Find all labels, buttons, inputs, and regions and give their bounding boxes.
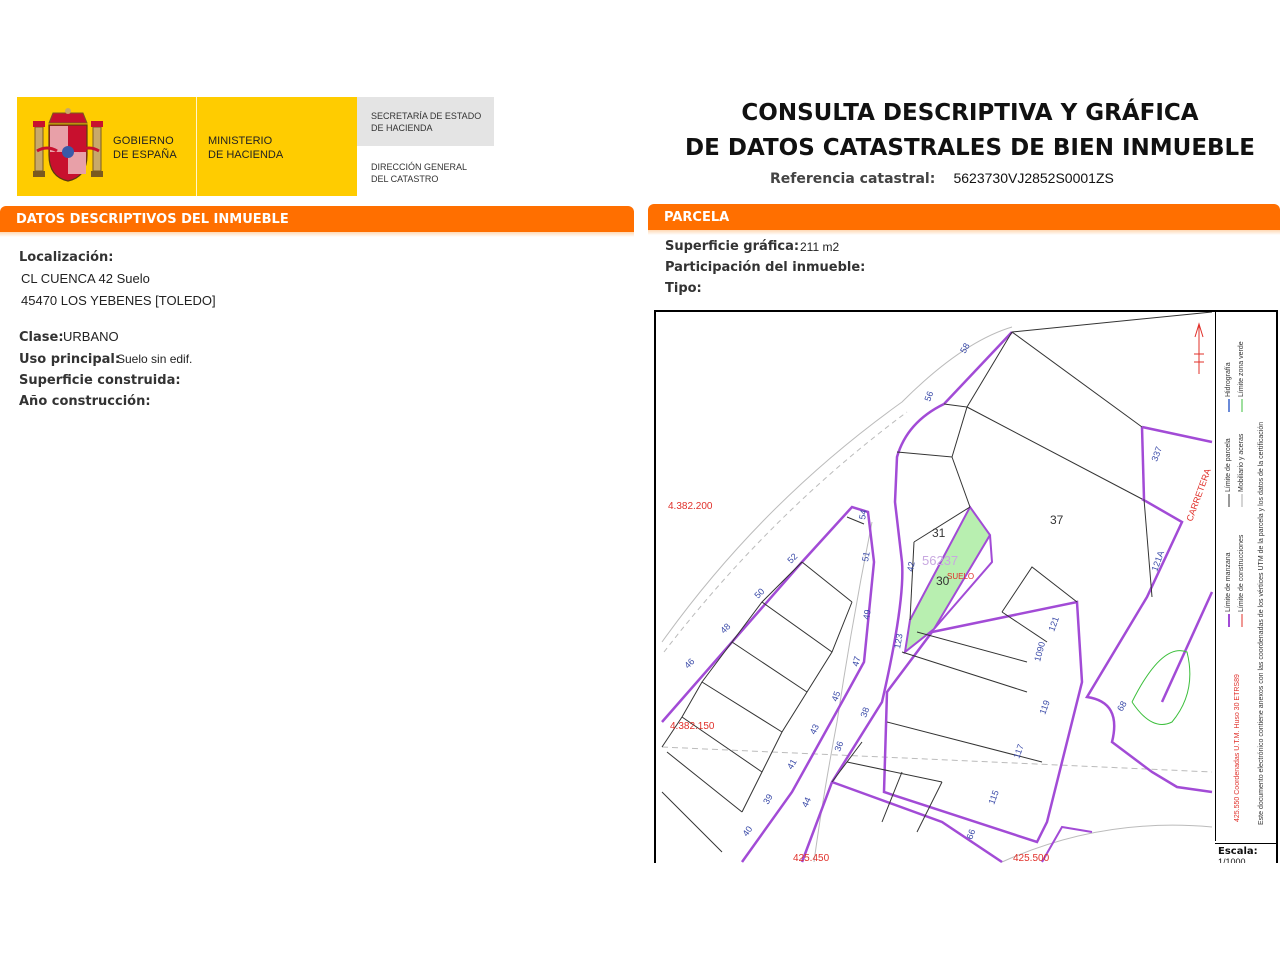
street-number-label: 115 (986, 789, 1000, 806)
street-number-label: 337 (1149, 445, 1164, 463)
street-number-label: 41 (785, 757, 799, 771)
parcel-31-label: 31 (932, 526, 946, 540)
direccion-text: DIRECCIÓN GENERAL DEL CATASTRO (371, 161, 467, 185)
street-number-label: 42 (905, 561, 917, 573)
street-number-label: 49 (861, 609, 873, 621)
street-number-label: 43 (808, 723, 821, 736)
ref-value: 5623730VJ2852S0001ZS (953, 170, 1114, 186)
carretera-label: CARRETERA (1184, 467, 1212, 523)
legend-limite-manzana: Límite de manzana (1225, 552, 1232, 612)
parcela-header: PARCELA (648, 204, 1280, 235)
participacion-label: Participación del inmueble: (665, 260, 866, 275)
street-number-label: 46 (682, 656, 696, 670)
document-title: CONSULTA DESCRIPTIVA Y GRÁFICA DE DATOS … (660, 96, 1280, 166)
secretaria-line1: SECRETARÍA DE ESTADO (371, 111, 482, 121)
street-number-label: 40 (740, 824, 754, 838)
secretaria-text: SECRETARÍA DE ESTADO DE HACIENDA (371, 110, 481, 134)
parcel-ref-label: 56237 (922, 553, 958, 568)
gobierno-text: GOBIERNO DE ESPAÑA (113, 134, 177, 162)
legend-coords-note: 425.550 Coordenadas U.T.M. Huso 30 ETRS8… (1234, 674, 1241, 822)
localizacion-line1: CL CUENCA 42 Suelo (21, 271, 150, 286)
street-number-label: 56 (922, 390, 935, 403)
legend-zona-verde: Límite zona verde (1238, 341, 1245, 397)
datos-descriptivos-header: DATOS DESCRIPTIVOS DEL INMUEBLE (0, 206, 634, 237)
coat-of-arms-icon (33, 108, 103, 182)
legend-doc-note: Este documento electrónico contiene anex… (1258, 422, 1265, 825)
street-number-label: 121 (1046, 615, 1061, 633)
title-line2: DE DATOS CATASTRALES DE BIEN INMUEBLE (685, 135, 1255, 161)
parcel-37-label: 37 (1050, 513, 1064, 527)
coord-y-lower: 4.382.150 (670, 721, 715, 732)
street-number-label: 54 (857, 509, 869, 521)
cadastral-map: 4.382.200 4.382.150 425.450 425.500 SUEL… (654, 310, 1278, 863)
uso-principal-label: Uso principal: (19, 352, 121, 367)
clase-value: URBANO (63, 329, 119, 344)
localizacion-label: Localización: (19, 250, 114, 265)
street-number-label: 51 (860, 551, 872, 563)
street-number-label: 1090 (1032, 641, 1047, 663)
superficie-construida-label: Superficie construida: (19, 373, 181, 388)
street-number-label: 39 (761, 792, 775, 806)
title-line1: CONSULTA DESCRIPTIVA Y GRÁFICA (741, 100, 1199, 126)
legend-limite-parcela: Límite de parcela (1225, 438, 1232, 492)
legend-mobiliario: Mobiliario y aceras (1238, 433, 1245, 492)
north-arrow-icon (1194, 322, 1204, 374)
legend-limite-construcciones: Límite de construcciones (1238, 534, 1245, 612)
scale-label: Escala: (1218, 846, 1258, 857)
coord-y-upper: 4.382.200 (668, 501, 713, 512)
gobierno-line1: GOBIERNO (113, 135, 174, 147)
ministerio-text: MINISTERIO DE HACIENDA (208, 134, 283, 162)
legend-divider (1215, 311, 1216, 841)
suelo-label: SUELO (947, 572, 974, 581)
tipo-label: Tipo: (665, 281, 702, 296)
street-number-label: 66 (964, 828, 977, 841)
street-number-label: 52 (785, 551, 799, 565)
street-number-label: 119 (1037, 699, 1051, 716)
clase-label: Clase: (19, 330, 64, 345)
street-number-label: 38 (858, 706, 871, 719)
scale-value: 1/1000 (1218, 857, 1246, 863)
street-number-label: 48 (718, 621, 732, 635)
referencia-catastral: Referencia catastral: 5623730VJ2852S0001… (770, 170, 1114, 187)
ref-label: Referencia catastral: (770, 171, 936, 187)
anio-construccion-label: Año construcción: (19, 394, 151, 409)
ministerio-line2: DE HACIENDA (208, 149, 284, 161)
direccion-line1: DIRECCIÓN GENERAL (371, 162, 468, 172)
superficie-grafica-label: Superficie gráfica: (665, 239, 800, 254)
street-number-label: 50 (752, 586, 766, 600)
direccion-line2: DEL CATASTRO (371, 174, 439, 184)
gobierno-logo: GOBIERNO DE ESPAÑA MINISTERIO DE HACIEND… (17, 97, 357, 196)
cadastral-map-drawing: 4.382.200 4.382.150 425.450 425.500 SUEL… (661, 312, 1265, 863)
parcel-30-label: 30 (936, 574, 950, 588)
ministerio-line1: MINISTERIO (208, 135, 273, 147)
coord-x-right: 425.500 (1013, 853, 1050, 863)
superficie-grafica-value: 211 m2 (800, 240, 840, 254)
street-number-label: 44 (800, 796, 813, 809)
logo-divider (196, 97, 197, 196)
coord-x-left: 425.450 (793, 853, 830, 863)
uso-principal-value: Suelo sin edif. (117, 352, 193, 366)
street-number-label: 123 (892, 633, 904, 650)
catastro-logo: SECRETARÍA DE ESTADO DE HACIENDA DIRECCI… (357, 97, 494, 196)
street-number-label: 36 (832, 740, 845, 753)
gobierno-line2: DE ESPAÑA (113, 149, 177, 161)
localizacion-line2: 45470 LOS YEBENES [TOLEDO] (21, 293, 216, 308)
secretaria-line2: DE HACIENDA (371, 123, 433, 133)
street-number-label: 68 (1115, 699, 1129, 713)
legend-hidrografia: Hidrografía (1225, 362, 1232, 397)
